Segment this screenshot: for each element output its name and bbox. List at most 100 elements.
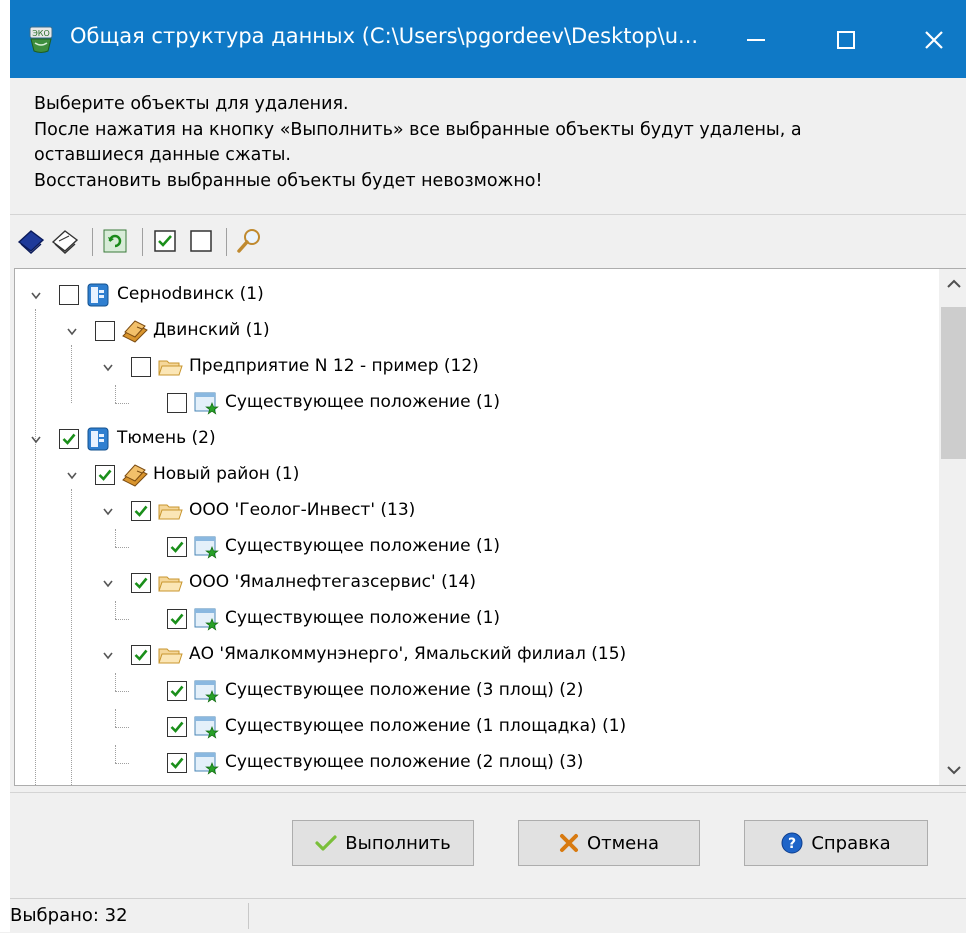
checkbox-unchecked[interactable] [95, 321, 115, 341]
tree-node-level-2[interactable]: ООО 'Геолог-Инвест' (13) [15, 493, 935, 529]
checkbox-unchecked[interactable] [131, 357, 151, 377]
checkbox-checked[interactable] [59, 429, 79, 449]
tree-node-label: Существующее положение (1) [225, 608, 501, 628]
tree-node-level-3[interactable]: Существующее положение (1) [15, 601, 935, 637]
vertical-scrollbar[interactable] [939, 269, 966, 785]
region-icon [85, 282, 111, 308]
district-icon [121, 318, 148, 344]
check-all-icon [154, 230, 176, 252]
tree-node-level-2[interactable]: Предприятие N 12 - пример (12) [15, 349, 935, 385]
region-icon [85, 426, 111, 452]
folder-icon [157, 570, 183, 596]
tree-node-label: Существующее положение (1 площадка) (1) [225, 716, 627, 736]
refresh-icon [103, 229, 127, 253]
tree-node-label: ООО 'Геолог-Инвест' (13) [189, 500, 416, 520]
uncheck-all-button[interactable] [186, 226, 216, 256]
scroll-up-button[interactable] [939, 269, 966, 299]
tree-node-level-1[interactable]: Двинский (1) [15, 313, 935, 349]
tree-node-level-3[interactable]: Существующее положение (3 площ) (2) [15, 673, 935, 709]
chevron-down-icon[interactable] [29, 431, 43, 444]
collapse-all-icon [51, 230, 79, 254]
execute-button[interactable]: Выполнить [292, 820, 474, 866]
checkbox-checked[interactable] [167, 717, 187, 737]
minimize-icon [747, 39, 765, 41]
tree-node-level-3[interactable]: Существующее положение (2 площ) (3) [15, 745, 935, 781]
footer-divider [10, 792, 966, 793]
chevron-down-icon[interactable] [65, 323, 79, 336]
svg-text:ЭКО: ЭКО [32, 29, 50, 38]
checkbox-checked[interactable] [167, 609, 187, 629]
header-divider [10, 214, 966, 215]
toolbar-separator [226, 228, 227, 256]
title-bar[interactable]: ЭКО Общая структура данных (C:\Users\pgo… [10, 0, 966, 78]
cancel-button-label: Отмена [586, 832, 660, 854]
checkmark-icon [315, 835, 337, 851]
tree-node-level-2[interactable]: АО 'Ямалкоммунэнерго', Ямальский филиал … [15, 637, 935, 673]
search-button[interactable] [234, 226, 264, 256]
help-button[interactable]: ? Справка [744, 820, 928, 866]
tree-node-level-3[interactable]: Существующее положение (1 площадка) (1) [15, 709, 935, 745]
app-logo-icon: ЭКО [29, 26, 53, 53]
map-layer-icon [193, 678, 219, 704]
cancel-button[interactable]: Отмена [518, 820, 700, 866]
expand-all-icon [17, 230, 45, 254]
checkbox-checked[interactable] [131, 645, 151, 665]
instructions-line-3: оставшиеся данные сжаты. [34, 145, 291, 165]
help-icon: ? [781, 832, 803, 854]
checkbox-checked[interactable] [167, 753, 187, 773]
minimize-button[interactable] [726, 14, 786, 66]
instructions-line-1: Выберите объекты для удаления. [34, 94, 349, 114]
instructions-line-4: Восстановить выбранные объекты будет нев… [34, 170, 543, 191]
window-title: Общая структура данных (C:\Users\pgordee… [70, 24, 699, 48]
chevron-down-icon[interactable] [101, 575, 115, 588]
scroll-thumb[interactable] [941, 307, 966, 459]
scroll-down-button[interactable] [939, 755, 966, 785]
checkbox-checked[interactable] [131, 501, 151, 521]
status-separator [248, 903, 249, 929]
tree-node-level-3[interactable]: Существующее положение (1) [15, 529, 935, 565]
chevron-down-icon[interactable] [101, 503, 115, 516]
checkbox-checked[interactable] [131, 573, 151, 593]
tree-node-level-0[interactable]: Серноdвинск (1) [15, 277, 935, 313]
check-all-button[interactable] [150, 226, 180, 256]
close-button[interactable] [904, 14, 964, 66]
checkbox-unchecked[interactable] [167, 393, 187, 413]
instructions: Выберите объекты для удаления. После наж… [34, 92, 802, 194]
toolbar-separator [92, 228, 93, 256]
object-tree[interactable]: Серноdвинск (1) Двинский (1) Предприятие N… [14, 268, 966, 786]
refresh-button[interactable] [100, 226, 130, 256]
chevron-down-icon[interactable] [29, 287, 43, 300]
checkbox-checked[interactable] [95, 465, 115, 485]
chevron-down-icon [947, 766, 961, 775]
tree-node-level-1[interactable]: Новый район (1) [15, 457, 935, 493]
maximize-icon [837, 31, 855, 49]
tree-node-level-0[interactable]: Тюмень (2) [15, 421, 935, 457]
expand-all-button[interactable] [16, 226, 46, 256]
tree-node-label: ООО 'Ямалнефтегазсервис' (14) [189, 572, 476, 592]
uncheck-all-icon [190, 230, 212, 252]
map-layer-icon [193, 714, 219, 740]
chevron-down-icon[interactable] [101, 647, 115, 660]
execute-button-label: Выполнить [345, 832, 451, 854]
tree-node-level-2[interactable]: ООО 'Ямалнефтегазсервис' (14) [15, 565, 935, 601]
cancel-x-icon [559, 834, 578, 852]
chevron-down-icon[interactable] [101, 359, 115, 372]
chevron-up-icon [947, 279, 961, 288]
chevron-down-icon[interactable] [65, 467, 79, 480]
checkbox-unchecked[interactable] [59, 285, 79, 305]
tree-node-label: АО 'Ямалкоммунэнерго', Ямальский филиал … [189, 644, 627, 664]
collapse-all-button[interactable] [50, 226, 80, 256]
search-icon [237, 229, 260, 253]
maximize-button[interactable] [816, 14, 876, 66]
folder-icon [157, 498, 183, 524]
tree-node-label: Двинский (1) [153, 320, 270, 340]
district-icon [121, 462, 148, 488]
tree-node-label: Существующее положение (2 площ) (3) [225, 752, 584, 772]
checkbox-checked[interactable] [167, 537, 187, 557]
checkbox-checked[interactable] [167, 681, 187, 701]
selected-count: Выбрано: 32 [10, 905, 128, 926]
tree-node-level-3[interactable]: Существующее положение (1) [15, 385, 935, 421]
map-layer-icon [193, 750, 219, 776]
tree-node-label: Существующее положение (1) [225, 536, 501, 556]
tree-node-label: Предприятие N 12 - пример (12) [189, 356, 479, 376]
